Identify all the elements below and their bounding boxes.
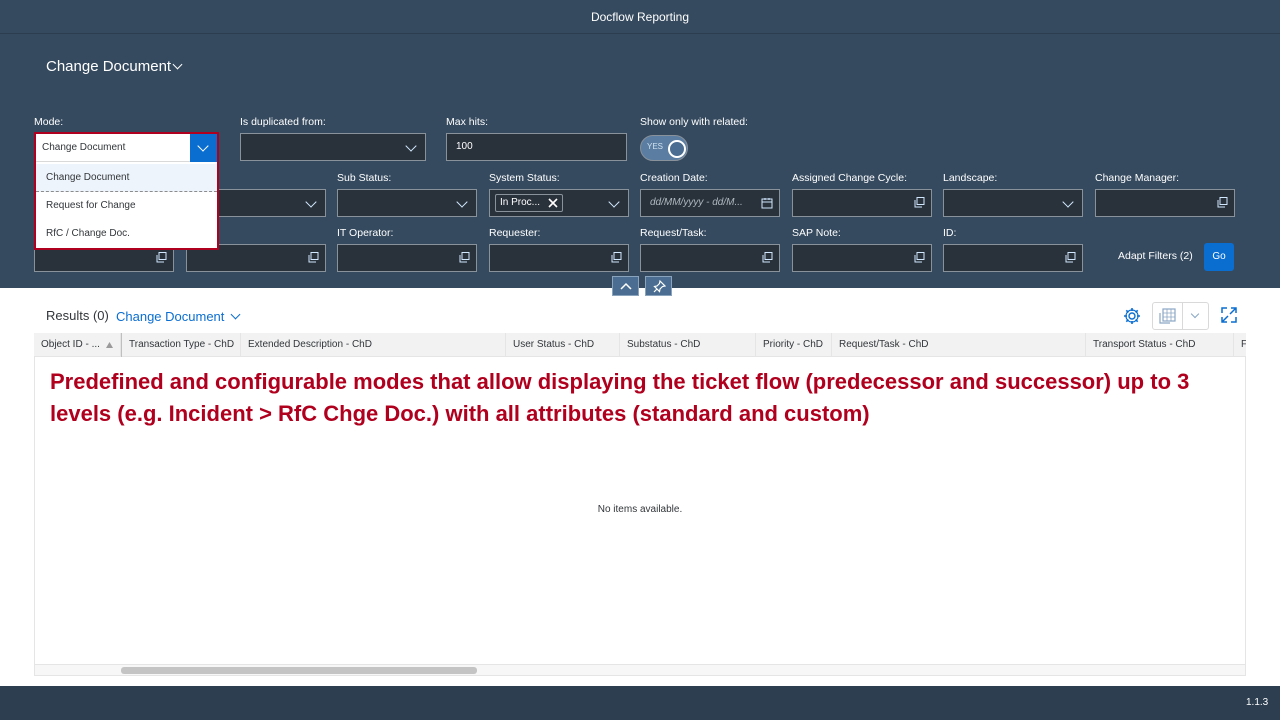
chevron-down-icon[interactable] bbox=[456, 196, 468, 208]
separator bbox=[1182, 303, 1183, 329]
request-task-input[interactable] bbox=[640, 244, 780, 272]
sap-note-input[interactable] bbox=[792, 244, 932, 272]
go-button[interactable]: Go bbox=[1204, 243, 1234, 271]
mode-dropdown[interactable]: Change Document Change Document Request … bbox=[34, 132, 219, 250]
chevron-down-icon[interactable] bbox=[405, 140, 417, 152]
sub-status-select[interactable] bbox=[337, 189, 477, 217]
value-help-icon[interactable] bbox=[1217, 197, 1228, 208]
pin-header-button[interactable] bbox=[645, 276, 672, 296]
annotation-text: Predefined and configurable modes that a… bbox=[50, 369, 1190, 426]
show-only-related-label: Show only with related: bbox=[640, 116, 748, 128]
collapse-header-button[interactable] bbox=[612, 276, 639, 296]
landscape-select[interactable] bbox=[943, 189, 1083, 217]
column-header-transport-status[interactable]: Transport Status - ChD bbox=[1086, 333, 1234, 357]
value-help-icon[interactable] bbox=[611, 252, 622, 263]
max-hits-label: Max hits: bbox=[446, 116, 489, 128]
mode-option-request-for-change[interactable]: Request for Change bbox=[36, 192, 217, 220]
id-input[interactable] bbox=[943, 244, 1083, 272]
value-help-icon[interactable] bbox=[459, 252, 470, 263]
change-manager-input[interactable] bbox=[1095, 189, 1235, 217]
creation-date-label: Creation Date: bbox=[640, 172, 708, 184]
export-button-group[interactable] bbox=[1152, 302, 1209, 330]
mode-label: Mode: bbox=[34, 116, 64, 128]
requester-input[interactable] bbox=[489, 244, 629, 272]
results-variant[interactable]: Change Document bbox=[116, 309, 224, 324]
system-status-label: System Status: bbox=[489, 172, 560, 184]
chevron-up-icon bbox=[620, 282, 632, 290]
chevron-down-icon[interactable] bbox=[305, 196, 317, 208]
sub-status-label: Sub Status: bbox=[337, 172, 392, 184]
mode-option-rfc-change-doc[interactable]: RfC / Change Doc. bbox=[36, 220, 217, 248]
scrollbar-thumb[interactable] bbox=[121, 667, 477, 674]
assigned-change-cycle-label: Assigned Change Cycle: bbox=[792, 172, 907, 184]
gear-icon[interactable] bbox=[1122, 306, 1142, 326]
sort-ascending-icon bbox=[106, 342, 113, 348]
fullscreen-icon[interactable] bbox=[1220, 306, 1238, 324]
chevron-down-icon[interactable] bbox=[608, 196, 620, 208]
sap-note-label: SAP Note: bbox=[792, 227, 841, 239]
results-variant-chevron-icon[interactable] bbox=[230, 309, 241, 320]
token-close-icon[interactable] bbox=[548, 198, 558, 208]
show-only-related-toggle[interactable]: YES bbox=[640, 135, 688, 161]
column-header-extended-description[interactable]: Extended Description - ChD bbox=[241, 333, 506, 357]
system-status-multicombo[interactable]: In Proc... bbox=[489, 189, 629, 217]
column-header-object-id[interactable]: Object ID - ... bbox=[34, 333, 121, 357]
it-operator-label: IT Operator: bbox=[337, 227, 394, 239]
column-header-truncated[interactable]: F bbox=[1234, 333, 1246, 357]
toggle-knob bbox=[668, 140, 686, 158]
is-duplicated-from-label: Is duplicated from: bbox=[240, 116, 326, 128]
value-help-icon[interactable] bbox=[762, 252, 773, 263]
results-title: Results (0) bbox=[46, 308, 109, 323]
no-items-text: No items available. bbox=[597, 504, 683, 515]
request-task-label: Request/Task: bbox=[640, 227, 707, 239]
value-help-icon[interactable] bbox=[914, 197, 925, 208]
mode-dropdown-arrow[interactable] bbox=[190, 134, 217, 162]
toggle-yes-text: YES bbox=[647, 142, 664, 151]
table-header: Object ID - ... Transaction Type - ChD E… bbox=[34, 333, 1246, 357]
it-operator-input[interactable] bbox=[337, 244, 477, 272]
column-header-substatus[interactable]: Substatus - ChD bbox=[620, 333, 756, 357]
value-help-icon[interactable] bbox=[156, 252, 167, 263]
pin-icon bbox=[653, 280, 666, 293]
variant-title[interactable]: Change Document bbox=[46, 58, 171, 75]
max-hits-input[interactable]: 100 bbox=[446, 133, 627, 161]
chevron-down-icon[interactable] bbox=[1062, 196, 1074, 208]
column-header-transaction-type[interactable]: Transaction Type - ChD bbox=[121, 333, 241, 357]
adapt-filters-button[interactable]: Adapt Filters (2) bbox=[1118, 250, 1193, 262]
mode-option-change-document[interactable]: Change Document bbox=[36, 164, 217, 192]
id-label: ID: bbox=[943, 227, 957, 239]
version-label: 1.1.3 bbox=[1246, 697, 1269, 708]
export-icon[interactable] bbox=[1159, 308, 1176, 324]
value-help-icon[interactable] bbox=[1065, 252, 1076, 263]
mode-select[interactable]: Change Document bbox=[36, 134, 217, 162]
calendar-icon[interactable] bbox=[761, 197, 773, 209]
value-help-icon[interactable] bbox=[308, 252, 319, 263]
assigned-change-cycle-input[interactable] bbox=[792, 189, 932, 217]
creation-date-input[interactable]: dd/MM/yyyy - dd/M... bbox=[640, 189, 780, 217]
landscape-label: Landscape: bbox=[943, 172, 998, 184]
chevron-down-icon[interactable] bbox=[1190, 309, 1200, 319]
value-help-icon[interactable] bbox=[914, 252, 925, 263]
change-manager-label: Change Manager: bbox=[1095, 172, 1180, 184]
app-title: Docflow Reporting bbox=[590, 10, 690, 24]
footer-bar bbox=[0, 686, 1280, 720]
column-header-request-task[interactable]: Request/Task - ChD bbox=[832, 333, 1086, 357]
chevron-down-icon bbox=[197, 140, 209, 152]
column-header-user-status[interactable]: User Status - ChD bbox=[506, 333, 620, 357]
is-duplicated-from-select[interactable] bbox=[240, 133, 426, 161]
requester-label: Requester: bbox=[489, 227, 541, 239]
column-header-priority[interactable]: Priority - ChD bbox=[756, 333, 832, 357]
